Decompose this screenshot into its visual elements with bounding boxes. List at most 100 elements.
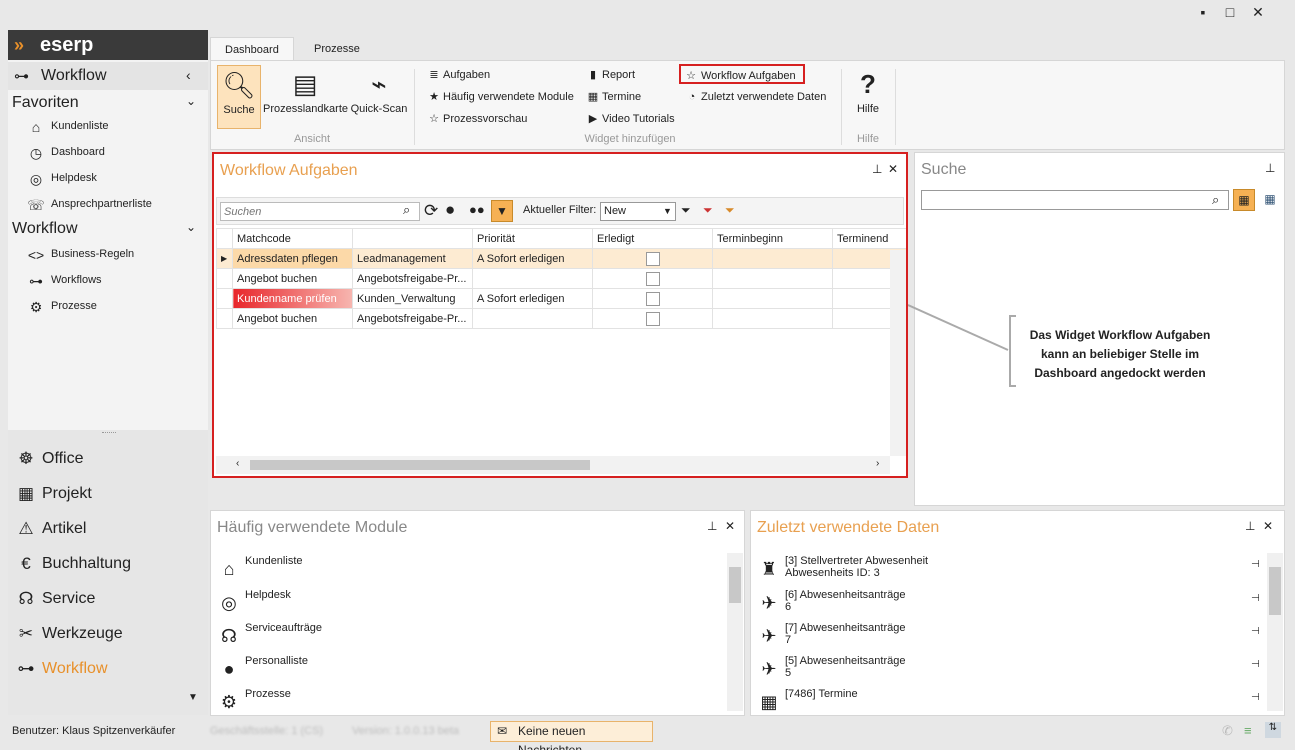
pin-item-icon[interactable]: ⊣ [1251,559,1260,570]
widget-aufgaben[interactable]: ≣ Aufgaben [427,65,490,85]
scrollbar-thumb[interactable] [250,460,590,470]
done-checkbox[interactable] [645,291,660,306]
close-icon[interactable]: ✕ [725,519,735,533]
splitter-handle[interactable] [102,432,116,435]
pin-item-icon[interactable]: ⊣ [1251,659,1260,670]
matchcode-cell[interactable]: Angebot buchen [232,268,353,289]
widget-haeufig-verwendete-module[interactable]: ★ Häufig verwendete Module [427,87,574,107]
table-row[interactable]: Angebot buchen Angebotsfreigabe-Pr... [216,308,906,329]
widget-prozessvorschau[interactable]: ☆ Prozessvorschau [427,109,527,129]
start-cell[interactable] [712,248,833,269]
priority-cell[interactable]: A Sofort erledigen [472,288,593,309]
start-cell[interactable] [712,268,833,289]
scroll-down-icon[interactable]: ▼ [188,692,198,703]
minimize-button[interactable]: ▪ [1195,4,1211,20]
vertical-scrollbar[interactable] [890,250,906,456]
filter-select[interactable]: New ▼ [600,202,676,221]
list-item[interactable]: ✈ [5] Abwesenheitsanträge 5 ⊣ [757,655,1259,685]
search-field[interactable]: ⌕ [921,190,1229,210]
sidebar-item-workflows[interactable]: ⊶ Workflows [26,270,102,290]
list-item[interactable]: ✈ [6] Abwesenheitsanträge 6 ⊣ [757,589,1259,619]
phone-icon[interactable]: ✆ [1222,723,1233,739]
widget-zuletzt-verwendete-daten[interactable]: ◔ Zuletzt verwendete Daten [685,87,827,107]
widget-video-tutorials[interactable]: ▶ Video Tutorials [586,109,675,129]
pin-item-icon[interactable]: ⊣ [1251,593,1260,604]
search-icon[interactable]: ⌕ [403,202,410,218]
filter-edit-icon[interactable]: ⏷ [725,203,735,218]
list-item[interactable]: ♜ [3] Stellvertreter Abwesenheit Abwesenhe… [757,555,1260,585]
matchcode-cell[interactable]: Angebot buchen [232,308,353,329]
done-cell[interactable] [592,308,713,329]
widget-workflow-aufgaben[interactable]: ☆ Workflow Aufgaben [679,64,805,84]
process-cell[interactable]: Angebotsfreigabe-Pr... [352,308,473,329]
column-header[interactable]: Priorität [472,228,593,249]
chevron-down-icon[interactable]: ⌄ [186,94,196,108]
horizontal-scrollbar[interactable]: ‹ › [216,456,890,474]
sidebar-section-header[interactable]: ⊶ Workflow ‹ [8,62,208,90]
list-item[interactable]: ⌂ Kundenliste [217,555,303,585]
list-item[interactable]: ◎ Helpdesk [217,589,291,619]
done-cell[interactable] [592,288,713,309]
pin-icon[interactable]: ⊥ [707,519,717,533]
module-buchhaltung[interactable]: € Buchhaltung [14,551,131,577]
chevron-down-icon[interactable]: ⌄ [186,220,196,234]
table-row[interactable]: Kundenname prüfen Kunden_Verwaltung A So… [216,288,906,309]
done-checkbox[interactable] [645,271,660,286]
list-item[interactable]: ⚙ Prozesse [217,688,291,718]
pin-item-icon[interactable]: ⊣ [1251,626,1260,637]
scroll-right-icon[interactable]: › [876,458,879,469]
sidebar-item-kundenliste[interactable]: ⌂ Kundenliste [26,116,109,136]
filter-active-icon[interactable]: ▼ [491,200,513,222]
widget-termine[interactable]: ▦ Termine [586,87,641,107]
vertical-scrollbar[interactable] [727,553,743,711]
process-cell[interactable]: Kunden_Verwaltung [352,288,473,309]
module-artikel[interactable]: ⚠ Artikel [14,516,86,542]
collapse-icon[interactable]: ‹ [186,67,191,83]
list-item[interactable]: ☊ Serviceaufträge [217,622,322,652]
done-cell[interactable] [592,248,713,269]
process-cell[interactable]: Leadmanagement [352,248,473,269]
pin-icon[interactable]: ⊥ [872,162,882,176]
database-icon[interactable]: ≡ [1244,723,1252,738]
widget-report[interactable]: ▮ Report [586,65,635,85]
priority-cell[interactable]: A Sofort erledigen [472,248,593,269]
sidebar-item-ansprechpartnerliste[interactable]: ☏ Ansprechpartnerliste [26,194,152,214]
search-scope-icon[interactable]: ▦ [1233,189,1255,211]
vertical-scrollbar[interactable] [1267,553,1283,711]
list-item[interactable]: ▦ [7486] Termine ⊣ [757,688,1259,718]
priority-cell[interactable] [472,308,593,329]
refresh-icon[interactable]: ⟳ [424,201,438,221]
sidebar-item-helpdesk[interactable]: ◎ Helpdesk [26,168,97,188]
process-cell[interactable]: Angebotsfreigabe-Pr... [352,268,473,289]
module-office[interactable]: ☸ Office [14,446,83,472]
pin-icon[interactable]: ⊥ [1245,519,1255,533]
sidebar-item-business-regeln[interactable]: <> Business-Regeln [26,244,134,264]
pin-item-icon[interactable]: ⊣ [1251,692,1260,703]
sidebar-item-dashboard[interactable]: ◷ Dashboard [26,142,105,162]
close-button[interactable]: ✕ [1250,4,1266,20]
done-cell[interactable] [592,268,713,289]
favoriten-header[interactable]: Favoriten [12,94,79,112]
done-checkbox[interactable] [645,251,660,266]
scrollbar-thumb[interactable] [729,567,741,603]
module-werkzeuge[interactable]: ✂ Werkzeuge [14,621,123,647]
maximize-button[interactable]: □ [1222,4,1238,20]
matchcode-cell[interactable]: Kundenname prüfen [232,288,353,309]
messages-button[interactable]: ✉ Keine neuen Nachrichten [490,721,653,750]
hilfe-button[interactable]: ? Hilfe [851,65,885,129]
done-checkbox[interactable] [645,311,660,326]
search-input[interactable] [220,202,420,221]
workflow-header[interactable]: Workflow [12,220,78,238]
close-icon[interactable]: ✕ [888,162,898,176]
filter-clear-icon[interactable]: ⏷ [703,203,713,218]
suche-button[interactable]: 🔍︎ Suche [217,65,261,129]
sync-icon[interactable]: ⇅ [1265,722,1281,738]
column-header[interactable] [352,228,473,249]
module-service[interactable]: ☊ Service [14,586,95,612]
table-row[interactable]: ▶ Adressdaten pflegen Leadmanagement A S… [216,248,906,269]
start-cell[interactable] [712,308,833,329]
table-row[interactable]: Angebot buchen Angebotsfreigabe-Pr... [216,268,906,289]
list-item[interactable]: ● Personalliste [217,655,308,685]
scrollbar-thumb[interactable] [1269,567,1281,615]
pin-icon[interactable]: ⊥ [1265,161,1275,175]
